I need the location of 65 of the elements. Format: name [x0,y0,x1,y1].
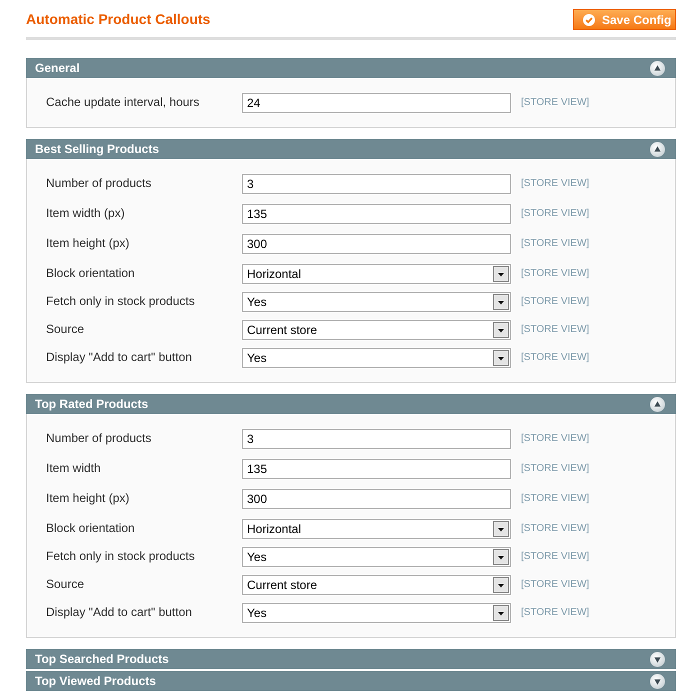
scope-label: [STORE VIEW] [521,266,590,280]
dropdown[interactable]: Current store [242,575,511,595]
scope-label: [STORE VIEW] [521,432,590,444]
caret-down-icon [493,577,509,593]
dropdown[interactable]: Yes [242,348,511,368]
field-label: Item height (px) [46,236,130,250]
dropdown[interactable]: Horizontal [242,519,511,539]
caret-down-icon [493,605,509,621]
field-label: Display "Add to cart" button [46,604,193,620]
section-title: Top Viewed Products [35,673,156,690]
field-label: Display "Add to cart" button [46,350,193,364]
text-field[interactable]: 3 [242,429,511,449]
field-label: Source [46,322,86,336]
text-field[interactable]: 300 [242,234,511,254]
field-label: Item width [46,460,102,476]
text-field[interactable]: 300 [242,489,511,509]
field-label: Block orientation [46,520,136,536]
scope-label: [STORE VIEW] [521,550,590,562]
section-title: Best Selling Products [35,141,160,158]
text-field[interactable]: 135 [242,459,511,479]
field-label: Block orientation [46,266,136,280]
section-title: Top Rated Products [35,396,148,413]
scope-label: [STORE VIEW] [521,294,590,308]
scope-label: [STORE VIEW] [521,236,590,250]
text-field[interactable]: 24 [242,93,511,113]
field-label: Number of products [46,430,152,446]
dropdown[interactable]: Yes [242,547,511,567]
scope-label: [STORE VIEW] [521,578,590,590]
scope-label: [STORE VIEW] [521,492,590,504]
scope-label: [STORE VIEW] [521,522,590,534]
field-label: Fetch only in stock products [46,548,196,564]
field-label: Fetch only in stock products [46,294,196,308]
field-label: Source [46,576,86,592]
caret-down-icon [493,549,509,565]
dropdown[interactable]: Horizontal [242,264,511,284]
section-header-bar[interactable]: Best Selling Products [26,139,676,159]
text-field[interactable]: 135 [242,204,511,224]
page-title: Automatic Product Callouts [26,10,210,29]
field-label: Item height (px) [46,490,130,506]
section-header-bar[interactable]: Top Searched Products [26,649,676,669]
dropdown[interactable]: Yes [242,292,511,312]
section-title: General [35,60,80,77]
section-header-bar[interactable]: Top Viewed Products [26,671,676,691]
check-circle-icon [583,14,595,26]
scope-label: [STORE VIEW] [521,606,590,618]
section-header-bar[interactable]: Top Rated Products [26,394,676,414]
caret-down-icon [493,521,509,537]
scope-label: [STORE VIEW] [521,96,590,108]
scope-label: [STORE VIEW] [521,462,590,474]
scope-label: [STORE VIEW] [521,350,590,364]
scope-label: [STORE VIEW] [521,322,590,336]
dropdown[interactable]: Yes [242,603,511,623]
section-header-bar[interactable]: General [26,58,676,78]
text-field[interactable]: 3 [242,174,511,194]
scope-label: [STORE VIEW] [521,206,590,220]
caret-down-icon [493,294,509,310]
caret-down-icon [493,266,509,282]
dropdown[interactable]: Current store [242,320,511,340]
field-label: Number of products [46,176,152,190]
caret-down-icon [493,350,509,366]
field-label: Item width (px) [46,206,126,220]
scope-label: [STORE VIEW] [521,176,590,190]
field-label: Cache update interval, hours [46,94,200,110]
caret-down-icon [493,322,509,338]
section-title: Top Searched Products [35,651,169,668]
